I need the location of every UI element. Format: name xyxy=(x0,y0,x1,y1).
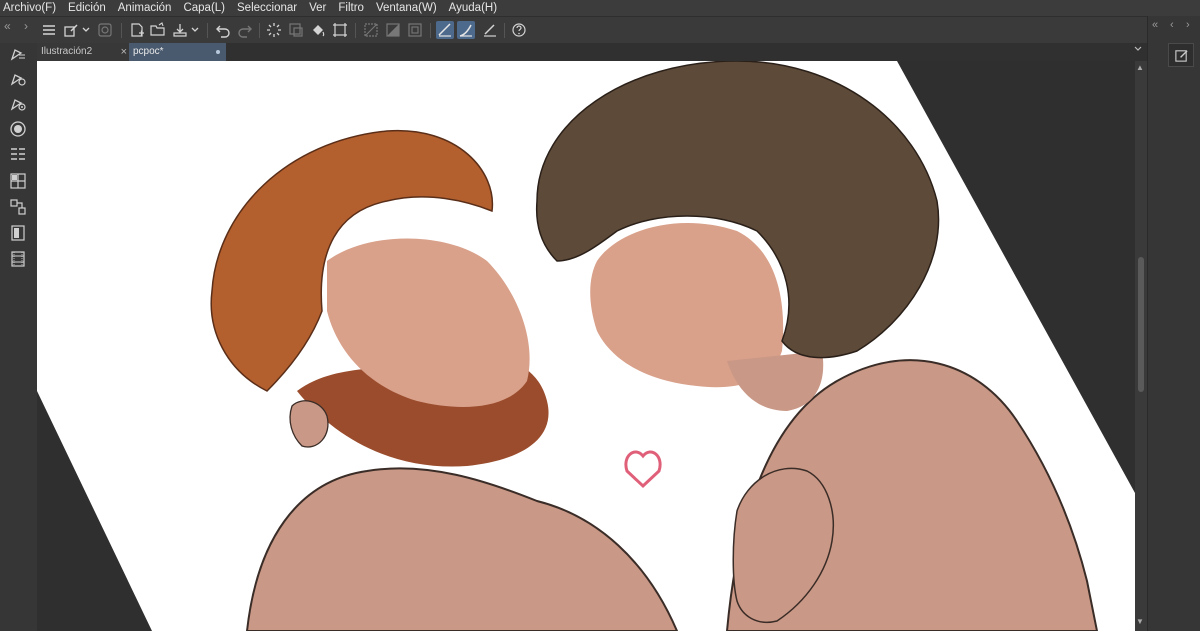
chevron-down-icon[interactable] xyxy=(190,21,200,39)
invert-selection-icon[interactable] xyxy=(384,21,402,39)
new-file-icon[interactable] xyxy=(128,21,146,39)
toolbar-divider xyxy=(259,23,260,38)
cloud-icon[interactable] xyxy=(96,21,114,39)
chevron-down-icon[interactable] xyxy=(1133,43,1143,61)
menu-bar: Archivo(F) Edición Animación Capa(L) Sel… xyxy=(0,0,1200,16)
tab-label: pcpoc* xyxy=(133,46,164,57)
loading-icon[interactable] xyxy=(265,21,283,39)
layer-property-icon[interactable] xyxy=(62,21,80,39)
tab-ilustracion2[interactable]: Ilustración2 × xyxy=(37,43,131,61)
close-icon[interactable]: × xyxy=(121,43,127,61)
toolbar-divider xyxy=(121,23,122,38)
selection-off-icon[interactable] xyxy=(362,21,380,39)
snap-special-ruler-icon[interactable] xyxy=(457,21,475,39)
scroll-down-icon[interactable]: ▼ xyxy=(1136,617,1144,626)
toolbar-divider xyxy=(207,23,208,38)
menu-icon[interactable] xyxy=(40,21,58,39)
command-bar: « › xyxy=(0,16,1200,44)
left-command-strip xyxy=(0,43,38,631)
toolbar-divider xyxy=(504,23,505,38)
scroll-up-icon[interactable]: ▲ xyxy=(1136,63,1144,72)
collapse-left-icon[interactable]: « xyxy=(4,19,11,33)
page-icon[interactable] xyxy=(8,223,28,243)
circle-icon[interactable] xyxy=(8,119,28,139)
menu-archivo[interactable]: Archivo(F) xyxy=(0,0,65,16)
snap-grid-icon[interactable] xyxy=(481,21,499,39)
right-panel: « ‹ › xyxy=(1147,16,1200,631)
grid-icon[interactable] xyxy=(8,171,28,191)
edit-panel-icon[interactable] xyxy=(1168,43,1194,67)
open-folder-icon[interactable] xyxy=(149,21,167,39)
fill-icon[interactable] xyxy=(309,21,327,39)
navigator-icon[interactable] xyxy=(8,197,28,217)
brush-settings-icon[interactable] xyxy=(8,68,28,88)
toolbar-divider xyxy=(430,23,431,38)
canvas-vertical-scrollbar[interactable]: ▲ ▼ xyxy=(1135,61,1147,631)
pen-settings-icon[interactable] xyxy=(8,43,28,63)
sub-tool-icon[interactable] xyxy=(8,93,28,113)
tab-pcpoc[interactable]: pcpoc* xyxy=(129,43,226,61)
artwork-canvas[interactable] xyxy=(37,61,1135,631)
canvas-area[interactable] xyxy=(37,61,1135,631)
menu-filtro[interactable]: Filtro xyxy=(335,0,373,16)
chevron-down-icon[interactable] xyxy=(81,21,91,39)
menu-animacion[interactable]: Animación xyxy=(115,0,181,16)
tab-label: Ilustración2 xyxy=(41,46,93,57)
document-tab-bar: Ilustración2 × pcpoc* xyxy=(37,43,1147,61)
snap-ruler-icon[interactable] xyxy=(436,21,454,39)
clear-icon[interactable] xyxy=(287,21,305,39)
chevron-left-icon[interactable]: ‹ xyxy=(1170,19,1174,31)
menu-ver[interactable]: Ver xyxy=(306,0,335,16)
chevron-right-icon[interactable]: › xyxy=(1186,19,1190,31)
menu-edicion[interactable]: Edición xyxy=(65,0,115,16)
scrollbar-thumb[interactable] xyxy=(1138,257,1144,392)
unsaved-dot-icon xyxy=(216,50,220,54)
expand-left-icon[interactable]: › xyxy=(24,19,28,33)
help-icon[interactable] xyxy=(510,21,528,39)
redo-icon[interactable] xyxy=(236,21,254,39)
menu-capa[interactable]: Capa(L) xyxy=(180,0,234,16)
expand-selection-icon[interactable] xyxy=(406,21,424,39)
film-icon[interactable] xyxy=(8,249,28,269)
transform-icon[interactable] xyxy=(331,21,349,39)
menu-ventana[interactable]: Ventana(W) xyxy=(373,0,446,16)
layer-list-icon[interactable] xyxy=(8,145,28,165)
save-icon[interactable] xyxy=(171,21,189,39)
menu-seleccionar[interactable]: Seleccionar xyxy=(234,0,306,16)
toolbar-divider xyxy=(355,23,356,38)
undo-icon[interactable] xyxy=(214,21,232,39)
collapse-right-icon[interactable]: « xyxy=(1152,19,1158,31)
menu-ayuda[interactable]: Ayuda(H) xyxy=(446,0,506,16)
